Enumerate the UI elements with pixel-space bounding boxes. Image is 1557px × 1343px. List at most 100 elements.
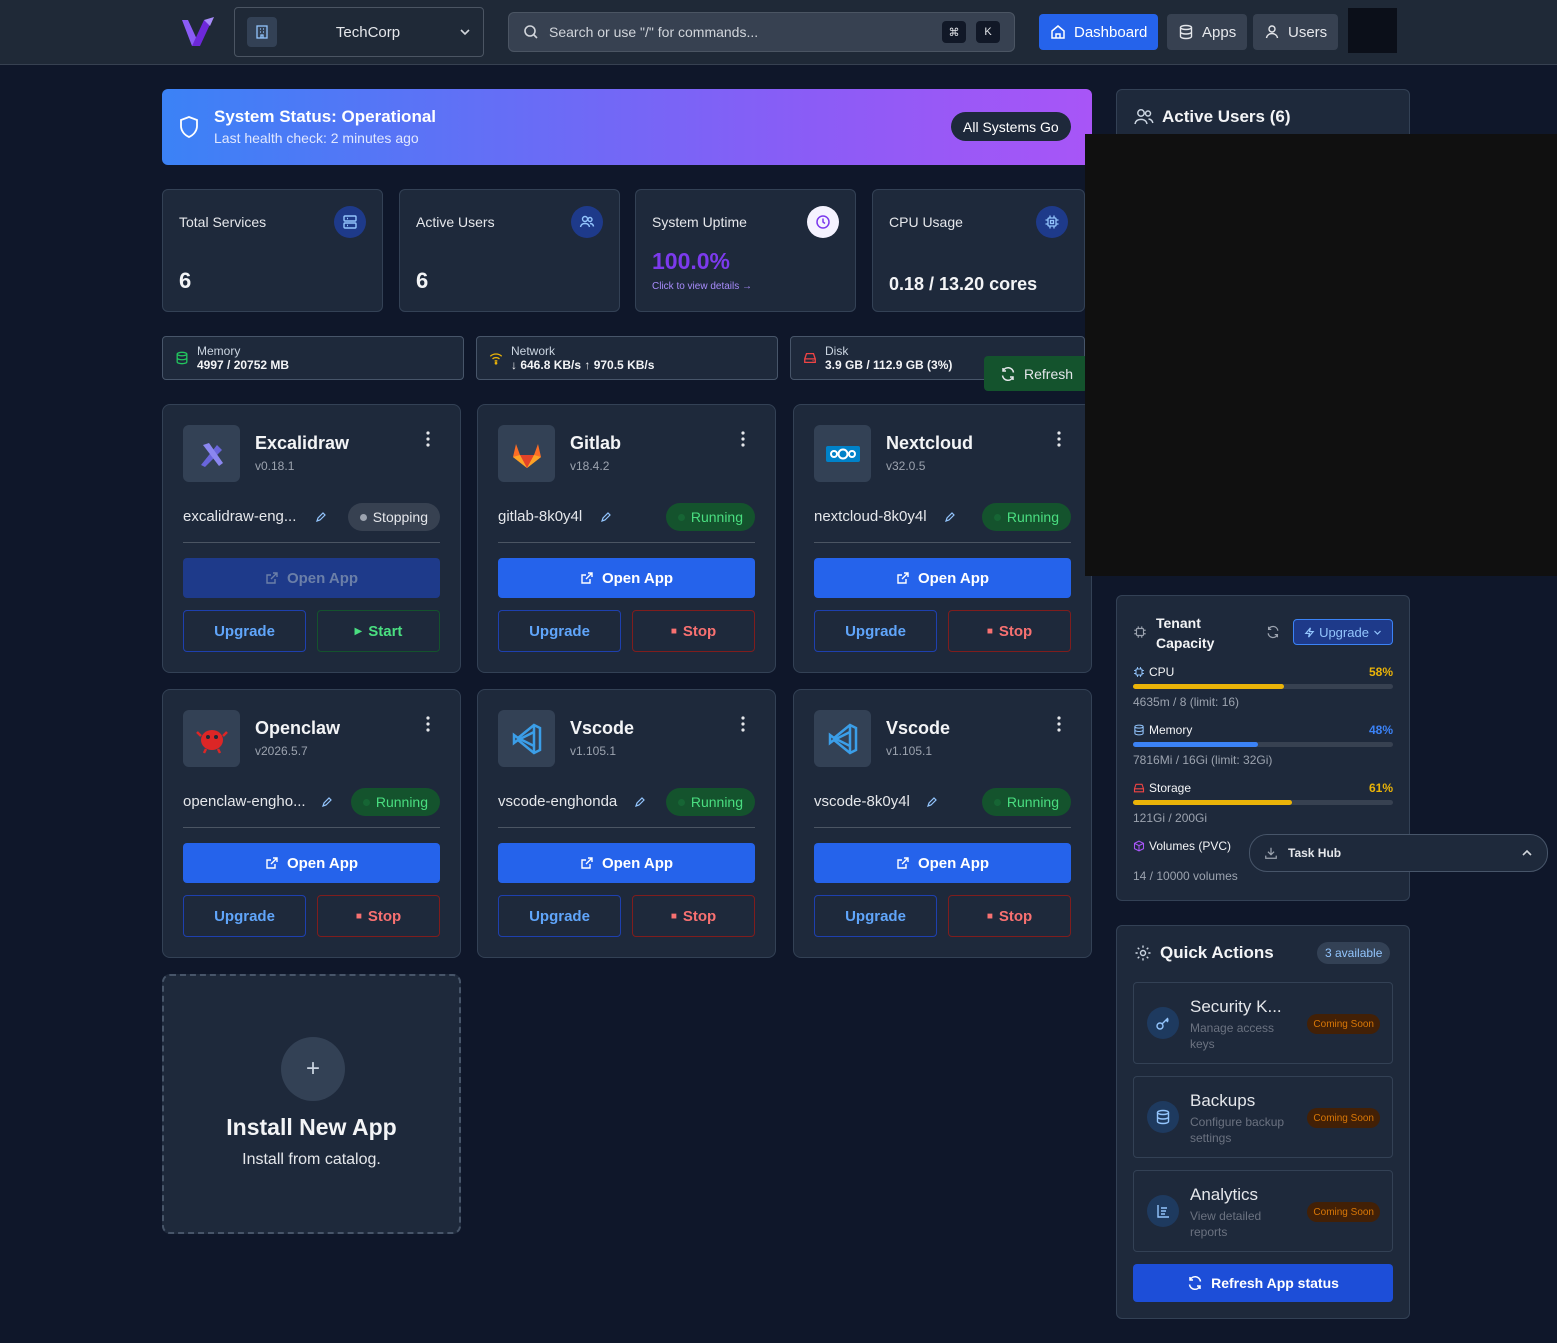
- shield-icon: [178, 115, 200, 139]
- open-app-button[interactable]: Open App: [183, 558, 440, 598]
- refresh-icon[interactable]: [1266, 625, 1280, 639]
- search-bar[interactable]: ⌘ K: [508, 12, 1015, 52]
- app-name: Nextcloud: [886, 433, 974, 453]
- open-app-button[interactable]: Open App: [814, 843, 1071, 883]
- status-title: System Status: Operational: [214, 107, 437, 126]
- database-icon: [1147, 1101, 1179, 1133]
- stat-active-users: Active Users 6: [399, 189, 620, 312]
- stop-button[interactable]: ■ Stop: [317, 895, 440, 937]
- app-instance-name: nextcloud-8k0y4l: [814, 508, 927, 525]
- nav-dashboard[interactable]: Dashboard: [1039, 14, 1159, 50]
- brand-logo-icon[interactable]: [180, 16, 216, 50]
- shortcut-key-cmd: ⌘: [942, 21, 966, 43]
- open-app-button[interactable]: Open App: [498, 558, 755, 598]
- task-hub[interactable]: Task Hub: [1249, 834, 1548, 872]
- refresh-icon: [1187, 1275, 1203, 1291]
- status-badge: Running: [665, 788, 755, 816]
- stat-system-uptime[interactable]: System Uptime 100.0% Click to view detai…: [635, 189, 856, 312]
- chevron-down-icon: [459, 26, 471, 38]
- search-icon: [523, 24, 539, 40]
- stat-value: 100.0%: [652, 248, 731, 274]
- edit-icon[interactable]: [926, 796, 938, 808]
- more-options-icon[interactable]: [1057, 716, 1061, 732]
- status-badge: Running: [350, 788, 440, 816]
- more-options-icon[interactable]: [426, 716, 430, 732]
- install-new-app-card[interactable]: + Install New App Install from catalog.: [162, 974, 461, 1234]
- external-link-icon: [580, 856, 594, 870]
- refresh-button[interactable]: Refresh: [984, 356, 1088, 391]
- status-subtitle: Last health check: 2 minutes ago: [214, 130, 419, 146]
- stop-button[interactable]: ■ Stop: [948, 895, 1071, 937]
- start-button[interactable]: ▶ Start: [317, 610, 440, 652]
- org-name: TechCorp: [335, 23, 401, 41]
- open-app-button[interactable]: Open App: [814, 558, 1071, 598]
- report-icon: [1147, 1195, 1179, 1227]
- app-name: Openclaw: [255, 718, 341, 738]
- chevron-up-icon[interactable]: [1521, 847, 1533, 859]
- resource-cpu-percent: 58%: [1368, 665, 1393, 679]
- avatar[interactable]: [1348, 8, 1397, 53]
- stop-icon: ■: [986, 625, 993, 637]
- stop-icon: ■: [986, 910, 993, 922]
- app-card-openclaw: Openclaw v2026.5.7 openclaw-engho... Run…: [162, 689, 461, 958]
- app-version: v0.18.1: [255, 459, 295, 473]
- more-options-icon[interactable]: [426, 431, 430, 447]
- top-bar: TechCorp ⌘ K Dashboard Apps Users: [0, 0, 1557, 65]
- home-icon: [1050, 24, 1066, 40]
- tenant-upgrade-button[interactable]: Upgrade: [1293, 619, 1393, 645]
- resource-cpu-detail: 4635m / 8 (limit: 16): [1133, 695, 1240, 709]
- edit-icon[interactable]: [315, 511, 327, 523]
- stat-label: CPU Usage: [889, 214, 963, 230]
- coming-soon-badge: Coming Soon: [1307, 1202, 1380, 1222]
- upgrade-button[interactable]: Upgrade: [814, 610, 937, 652]
- stop-icon: ■: [670, 910, 677, 922]
- database-icon: [1178, 24, 1194, 40]
- open-app-button[interactable]: Open App: [183, 843, 440, 883]
- quick-actions-header: Quick Actions: [1134, 943, 1274, 963]
- key-icon: [1147, 1007, 1179, 1039]
- uptime-details-link[interactable]: Click to view details →: [652, 281, 752, 292]
- upgrade-button[interactable]: Upgrade: [183, 610, 306, 652]
- quick-action-security-keys[interactable]: Security K... Manage access keys Coming …: [1133, 982, 1393, 1064]
- more-options-icon[interactable]: [741, 431, 745, 447]
- upgrade-button[interactable]: Upgrade: [498, 895, 621, 937]
- edit-icon[interactable]: [321, 796, 333, 808]
- gitlab-logo-icon: [498, 425, 555, 482]
- app-card-excalidraw: Excalidraw v0.18.1 excalidraw-eng... Sto…: [162, 404, 461, 673]
- upgrade-button[interactable]: Upgrade: [814, 895, 937, 937]
- upgrade-button[interactable]: Upgrade: [498, 610, 621, 652]
- wifi-icon: [489, 351, 503, 365]
- more-options-icon[interactable]: [1057, 431, 1061, 447]
- org-switcher[interactable]: TechCorp: [234, 7, 484, 57]
- disk-icon: [1133, 782, 1145, 794]
- upgrade-button[interactable]: Upgrade: [183, 895, 306, 937]
- app-name: Vscode: [570, 718, 635, 738]
- nav-apps[interactable]: Apps: [1167, 14, 1248, 50]
- edit-icon[interactable]: [634, 796, 646, 808]
- stat-label: Total Services: [179, 214, 267, 230]
- nav-users[interactable]: Users: [1253, 14, 1339, 50]
- stop-button[interactable]: ■ Stop: [632, 895, 755, 937]
- more-options-icon[interactable]: [741, 716, 745, 732]
- stat-value: 0.18 / 13.20 cores: [889, 274, 1038, 294]
- cpu-icon: [1133, 666, 1145, 678]
- edit-icon[interactable]: [600, 511, 612, 523]
- stop-button[interactable]: ■ Stop: [948, 610, 1071, 652]
- open-app-button[interactable]: Open App: [498, 843, 755, 883]
- refresh-app-status-button[interactable]: Refresh App status: [1133, 1264, 1393, 1302]
- edit-icon[interactable]: [944, 511, 956, 523]
- app-card-nextcloud: Nextcloud v32.0.5 nextcloud-8k0y4l Runni…: [793, 404, 1092, 673]
- resource-storage-detail: 121Gi / 200Gi: [1133, 811, 1208, 825]
- app-instance-name: vscode-8k0y4l: [814, 793, 910, 810]
- app-instance-name: excalidraw-eng...: [183, 508, 297, 525]
- memory-icon: [175, 351, 189, 365]
- status-badge: All Systems Go: [951, 112, 1071, 141]
- quick-action-backups[interactable]: Backups Configure backup settings Coming…: [1133, 1076, 1393, 1158]
- gear-icon: [1133, 625, 1147, 639]
- status-badge: Running: [981, 503, 1071, 531]
- app-instance-name: vscode-enghonda: [498, 793, 618, 810]
- stop-button[interactable]: ■ Stop: [632, 610, 755, 652]
- chevron-down-icon: [1373, 628, 1382, 637]
- search-input[interactable]: [549, 24, 928, 40]
- quick-action-analytics[interactable]: Analytics View detailed reports Coming S…: [1133, 1170, 1393, 1252]
